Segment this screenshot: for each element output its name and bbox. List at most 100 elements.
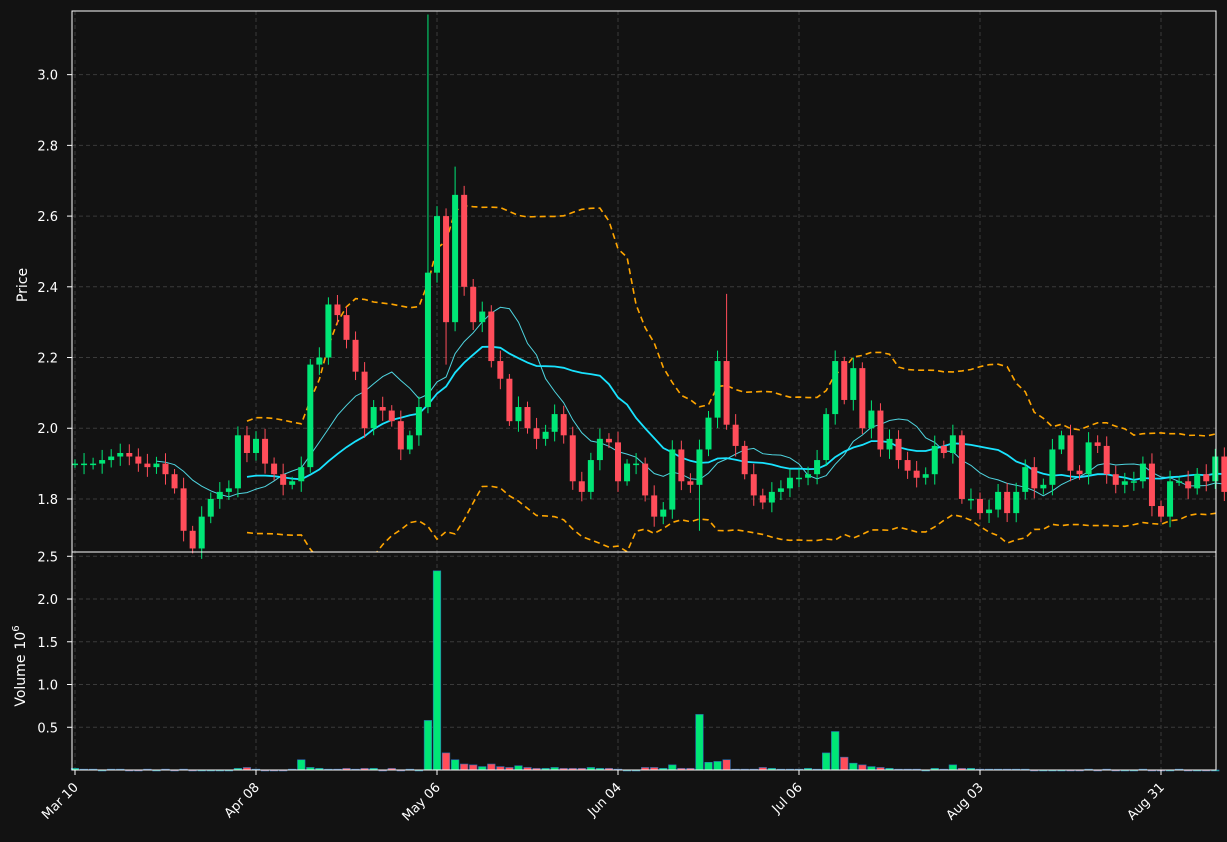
- candle-body: [388, 410, 395, 422]
- candle-body: [1203, 474, 1210, 482]
- candle-body: [823, 414, 830, 461]
- candle-body: [551, 414, 558, 432]
- candle-body: [207, 498, 214, 517]
- candle-body: [126, 452, 133, 457]
- candle-body: [1130, 481, 1137, 483]
- candle-body: [415, 407, 422, 436]
- volume-bar: [423, 720, 433, 771]
- candle-body: [153, 463, 160, 468]
- volume-axis-label-exponent: 6: [11, 625, 22, 631]
- volume-bar: [441, 752, 451, 771]
- candle-body: [1004, 491, 1011, 514]
- candle-body: [596, 438, 603, 461]
- candle-body: [81, 463, 88, 466]
- candle-body: [1094, 442, 1101, 446]
- candle-body: [669, 449, 676, 510]
- volume-bar: [722, 759, 731, 771]
- candle-body: [216, 491, 223, 499]
- candle-body: [850, 368, 857, 400]
- volume-tick-label: 2.5: [37, 550, 58, 565]
- price-tick-label: 3.0: [37, 69, 58, 84]
- candle-body: [135, 456, 142, 464]
- volume-bar: [514, 765, 523, 771]
- candle-body: [1022, 467, 1029, 492]
- candle-body: [316, 357, 323, 365]
- candle-body: [805, 474, 812, 478]
- candle-body: [931, 445, 938, 475]
- candle-body: [877, 410, 884, 450]
- candle-body: [578, 481, 585, 492]
- candle-body: [660, 509, 667, 517]
- volume-tick-label: 2.0: [37, 593, 58, 608]
- candle-body: [1194, 474, 1201, 489]
- candle-body: [705, 417, 712, 450]
- price-tick-label: 2.6: [37, 210, 58, 225]
- volume-bar: [822, 752, 831, 771]
- candle-body: [461, 194, 468, 287]
- candle-body: [651, 495, 658, 517]
- candle-body: [1112, 474, 1119, 485]
- candle-body: [940, 445, 947, 453]
- candle-body: [280, 474, 287, 485]
- candle-body: [370, 407, 377, 429]
- candle-body: [289, 481, 296, 485]
- volume-bar: [948, 764, 957, 771]
- candle-body: [986, 509, 993, 514]
- candle-body: [198, 516, 205, 549]
- candle-body: [605, 438, 612, 443]
- candle-body: [406, 435, 413, 450]
- candle-body: [958, 435, 965, 499]
- candle-body: [434, 216, 440, 273]
- candle-body: [479, 311, 486, 323]
- volume-bar: [487, 763, 496, 771]
- candle-body: [1076, 470, 1083, 475]
- candle-body: [1058, 435, 1065, 450]
- candle-body: [144, 463, 151, 468]
- volume-bar: [858, 764, 867, 771]
- candle-body: [117, 452, 124, 457]
- candle-body: [1185, 481, 1192, 489]
- candle-body: [1031, 467, 1038, 489]
- candle-body: [1013, 491, 1020, 514]
- candle-body: [859, 368, 866, 429]
- candle-body: [298, 467, 305, 482]
- candle-body: [750, 474, 757, 496]
- volume-bar: [849, 762, 858, 771]
- candle-body: [72, 463, 78, 466]
- price-tick-label: 2.2: [37, 352, 58, 367]
- candle-body: [488, 311, 495, 362]
- candle-body: [913, 470, 920, 478]
- candle-body: [452, 194, 459, 323]
- candle-body: [759, 495, 766, 503]
- price-tick-label: 2.8: [37, 139, 58, 154]
- candle-body: [189, 530, 196, 549]
- candle-body: [949, 435, 956, 453]
- candle-body: [1085, 442, 1092, 475]
- candle-body: [687, 481, 694, 485]
- volume-bar: [450, 759, 460, 771]
- volume-axis-label-text: Volume: [13, 655, 29, 707]
- candle-body: [271, 463, 278, 475]
- candle-body: [352, 339, 359, 372]
- candle-body: [569, 435, 576, 482]
- candle-body: [1040, 484, 1047, 489]
- volume-bar: [831, 731, 840, 771]
- candle-body: [560, 414, 567, 436]
- candle-body: [424, 272, 431, 408]
- candle-body: [768, 491, 775, 503]
- volume-bar: [704, 762, 713, 771]
- candle-body: [1221, 456, 1227, 492]
- candle-body: [99, 460, 106, 464]
- candle-body: [904, 460, 911, 471]
- candle-body: [515, 407, 522, 422]
- candle-body: [497, 361, 504, 379]
- candle-body: [1176, 481, 1183, 483]
- candle-body: [587, 460, 594, 492]
- volume-axis-label-base: 10: [13, 632, 29, 650]
- candle-body: [1212, 456, 1219, 482]
- candle-body: [225, 488, 232, 492]
- candle-body: [262, 438, 269, 464]
- volume-tick-label: 1.5: [37, 636, 58, 651]
- candle-body: [307, 364, 314, 468]
- candle-body: [325, 304, 332, 358]
